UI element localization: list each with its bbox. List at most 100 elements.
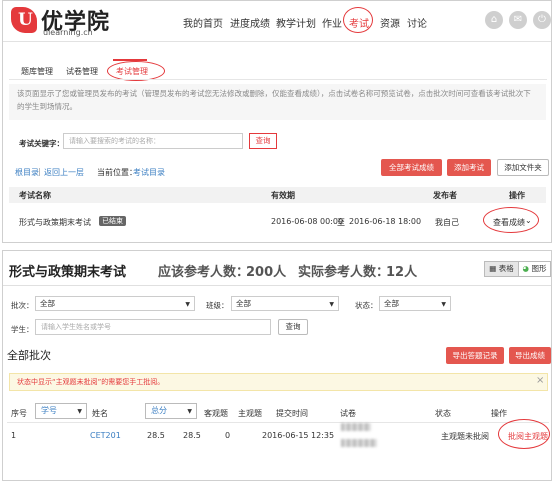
student-search-button[interactable]: 查询 bbox=[278, 319, 308, 335]
student-search-input[interactable]: 请输入学生姓名或学号 bbox=[35, 319, 271, 335]
dropdown-arrow-icon: ▼ bbox=[441, 301, 446, 308]
class-label: 班级： bbox=[206, 301, 229, 310]
nav-discussion[interactable]: 讨论 bbox=[407, 15, 427, 30]
dropdown-arrow-icon: ▼ bbox=[185, 301, 190, 308]
row-paper-blurred bbox=[341, 423, 377, 449]
row-subjective: 0 bbox=[225, 431, 231, 440]
chart-icon: ◕ bbox=[522, 264, 530, 273]
col-student-id-label: 学号 bbox=[41, 406, 57, 415]
col-publisher: 发布者 bbox=[433, 191, 457, 200]
col-student-id-sort[interactable]: 学号 ▼ bbox=[35, 403, 87, 419]
export-answers-button[interactable]: 导出答题记录 bbox=[446, 347, 504, 364]
search-label: 考试关键字： bbox=[19, 139, 64, 148]
row-total: 28.5 bbox=[147, 431, 165, 440]
col-objective: 客观题 bbox=[204, 409, 228, 418]
page-title: 形式与政策期末考试 bbox=[9, 265, 127, 280]
tab-divider bbox=[9, 79, 547, 80]
row-index: 1 bbox=[11, 431, 17, 440]
dropdown-arrow-icon: ▼ bbox=[329, 301, 334, 308]
tab-question-bank[interactable]: 题库管理 bbox=[21, 66, 53, 77]
warning-alert: 状态中显示“主观题未批阅”的需要您手工批阅。 bbox=[9, 373, 548, 391]
col-exam-name: 考试名称 bbox=[19, 191, 51, 200]
batch-select-value: 全部 bbox=[40, 299, 55, 308]
actual-count: 12人 bbox=[386, 265, 418, 280]
table-icon: ▦ bbox=[489, 264, 497, 273]
nav-exam-highlight bbox=[343, 7, 373, 33]
col-operation: 操作 bbox=[491, 409, 507, 418]
breadcrumb-separator: | bbox=[38, 167, 41, 176]
table-view-toggle[interactable]: ▦ 表格 bbox=[484, 261, 519, 277]
nav-resources[interactable]: 资源 bbox=[380, 15, 400, 30]
mail-icon[interactable]: ✉ bbox=[509, 11, 527, 29]
validity-start: 2016-06-08 00:00 bbox=[271, 217, 344, 226]
breadcrumb-root[interactable]: 根目录 bbox=[15, 167, 39, 178]
col-validity: 有效期 bbox=[271, 191, 295, 200]
status-badge-label: 已结束 bbox=[99, 216, 126, 226]
col-submit-time: 提交时间 bbox=[276, 409, 308, 418]
add-folder-button[interactable]: 添加文件夹 bbox=[497, 159, 549, 176]
col-subjective: 主观题 bbox=[238, 409, 262, 418]
export-scores-button[interactable]: 导出成绩 bbox=[509, 347, 551, 364]
tab-paper-management[interactable]: 试卷管理 bbox=[66, 66, 98, 77]
expected-count-label: 应该参考人数： bbox=[158, 265, 250, 280]
exam-search-input[interactable]: 请输入要搜索的考试的名称： bbox=[63, 133, 243, 149]
nav-homework[interactable]: 作业 bbox=[322, 15, 342, 30]
power-icon[interactable]: ⏻ bbox=[533, 11, 551, 29]
title-divider bbox=[3, 285, 551, 286]
breadcrumb-up[interactable]: 返回上一层 bbox=[44, 167, 84, 178]
status-select-value: 全部 bbox=[384, 299, 399, 308]
exam-publisher: 我自己 bbox=[435, 218, 459, 227]
status-label: 状态： bbox=[355, 301, 378, 310]
student-label: 学生： bbox=[11, 325, 34, 334]
grade-subjective-highlight bbox=[498, 419, 550, 449]
breadcrumb-current-label: 当前位置： bbox=[97, 168, 137, 177]
col-total-sort[interactable]: 总分 ▼ bbox=[145, 403, 197, 419]
header-divider bbox=[3, 41, 551, 42]
row-objective: 28.5 bbox=[183, 431, 201, 440]
page-notice: 该页面显示了您或管理员发布的考试（管理员发布的考试您无法修改或删除，仅能查看成绩… bbox=[9, 84, 546, 120]
exam-name-link[interactable]: 形式与政策期末考试 bbox=[19, 217, 91, 228]
col-status: 状态 bbox=[435, 409, 451, 418]
sort-arrow-icon: ▼ bbox=[187, 408, 192, 415]
expected-count: 200人 bbox=[246, 265, 287, 280]
row-student-name[interactable]: CET201 bbox=[90, 431, 121, 440]
row-status: 主观题未批阅 bbox=[441, 432, 489, 441]
exam-search-button[interactable]: 查询 bbox=[249, 133, 277, 149]
nav-home[interactable]: 我的首页 bbox=[183, 15, 223, 30]
batch-title: 全部批次 bbox=[7, 349, 51, 362]
row-submit-time: 2016-06-15 12:35 bbox=[262, 431, 335, 440]
col-name: 姓名 bbox=[92, 409, 108, 418]
class-select-value: 全部 bbox=[236, 299, 251, 308]
logo-mark: U bbox=[11, 7, 37, 33]
logo-subtitle: ulearning.cn bbox=[43, 28, 93, 37]
warning-text: 状态中显示“主观题未批阅”的需要您手工批阅。 bbox=[17, 378, 165, 386]
validity-end: 2016-06-18 18:00 bbox=[349, 217, 422, 226]
home-icon[interactable]: ⌂ bbox=[485, 11, 503, 29]
actual-count-label: 实际参考人数： bbox=[298, 265, 390, 280]
view-scores-highlight bbox=[483, 207, 539, 233]
nav-teaching-plan[interactable]: 教学计划 bbox=[276, 15, 316, 30]
status-select[interactable]: 全部 ▼ bbox=[379, 296, 451, 311]
col-index: 序号 bbox=[11, 409, 27, 418]
batch-label: 批次： bbox=[11, 301, 34, 310]
batch-select[interactable]: 全部 ▼ bbox=[35, 296, 195, 311]
col-operation: 操作 bbox=[509, 191, 525, 200]
exam-results-panel: 形式与政策期末考试 应该参考人数： 200人 实际参考人数： 12人 ▦ 表格 … bbox=[2, 250, 552, 481]
breadcrumb-current: 考试目录 bbox=[133, 168, 165, 177]
tab-exam-highlight bbox=[107, 61, 165, 81]
class-select[interactable]: 全部 ▼ bbox=[231, 296, 339, 311]
col-total-label: 总分 bbox=[151, 406, 167, 415]
close-icon[interactable]: × bbox=[536, 375, 544, 386]
sort-arrow-icon: ▼ bbox=[77, 408, 82, 415]
all-exam-scores-button[interactable]: 全部考试成绩 bbox=[381, 159, 442, 176]
chart-view-label: 图形 bbox=[531, 264, 547, 273]
validity-to: 至 bbox=[337, 218, 345, 227]
add-exam-button[interactable]: 添加考试 bbox=[447, 159, 491, 176]
col-paper: 试卷 bbox=[340, 409, 356, 418]
logo-mark-letter: U bbox=[18, 10, 33, 30]
exam-management-panel: U 优学院 ulearning.cn 我的首页 进度成绩 教学计划 作业 考试 … bbox=[2, 0, 552, 243]
table-row: 1 CET201 28.5 28.5 0 2016-06-15 12:35 主观… bbox=[3, 419, 551, 480]
chart-view-toggle[interactable]: ◕ 图形 bbox=[518, 261, 551, 277]
table-view-label: 表格 bbox=[498, 264, 514, 273]
nav-progress[interactable]: 进度成绩 bbox=[230, 15, 270, 30]
